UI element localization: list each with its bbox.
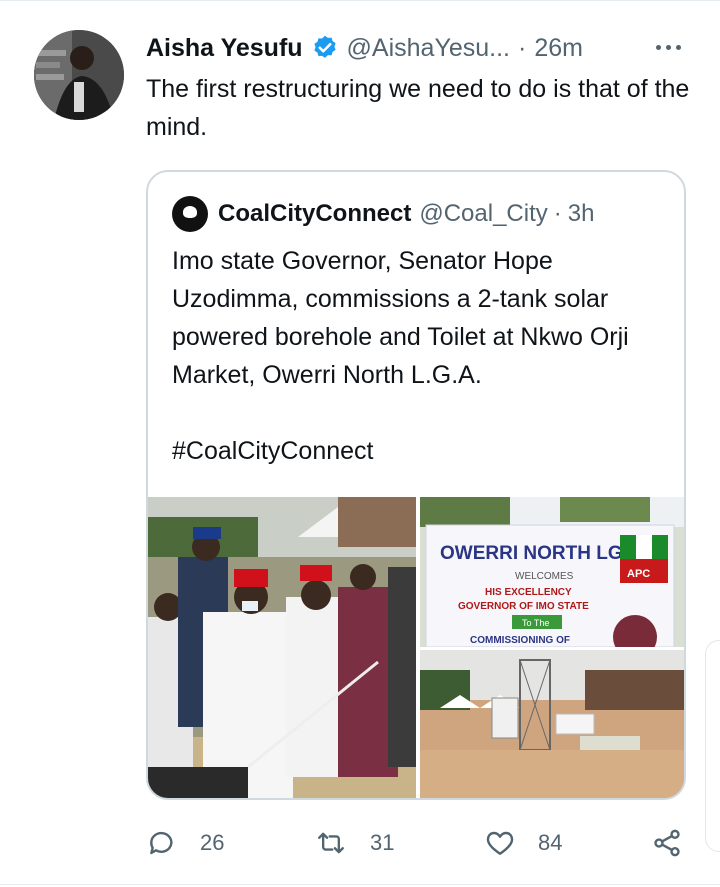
quoted-time: 3h — [567, 200, 595, 227]
banner-line1: HIS EXCELLENCY — [485, 587, 572, 598]
photo-ribbon-cutting[interactable] — [148, 497, 416, 798]
photo-borehole-site[interactable] — [420, 650, 684, 798]
quoted-header: CoalCityConnect @Coal_City · 3h — [172, 196, 594, 232]
avatar-photo — [34, 30, 124, 120]
quoted-author-handle: @Coal_City — [419, 200, 548, 227]
quoted-text: Imo state Governor, Senator Hope Uzodimm… — [172, 247, 629, 389]
banner-line2: GOVERNOR OF IMO STATE — [458, 601, 589, 612]
photo-grid: OWERRI NORTH LGA WELCOMES HIS EXCELLENCY… — [148, 497, 684, 798]
share-icon — [654, 829, 680, 857]
photo-welcome-banner[interactable]: OWERRI NORTH LGA WELCOMES HIS EXCELLENCY… — [420, 497, 684, 647]
retweet-icon — [318, 832, 344, 854]
avatar[interactable] — [34, 30, 124, 120]
quoted-hashtag[interactable]: #CoalCityConnect — [172, 432, 374, 470]
tweet-header: Aisha Yesufu @AishaYesu... · 26m — [146, 30, 583, 66]
reply-icon — [150, 831, 173, 855]
author-name[interactable]: Aisha Yesufu — [146, 34, 303, 63]
quoted-separator-dot: · — [553, 200, 562, 227]
like-button[interactable]: 84 — [484, 820, 562, 866]
banner-title: OWERRI NORTH LGA — [440, 543, 637, 564]
reply-button[interactable]: 26 — [146, 820, 224, 866]
retweet-button[interactable]: 31 — [314, 820, 394, 866]
banner-commissioning: COMMISSIONING OF — [470, 635, 570, 646]
banner-party: APC — [627, 568, 650, 580]
action-bar: 26 31 84 — [146, 820, 696, 866]
tweet-time[interactable]: 26m — [534, 34, 583, 63]
reply-count: 26 — [200, 830, 225, 855]
heart-icon — [486, 831, 514, 855]
retweet-count: 31 — [370, 830, 395, 855]
author-handle[interactable]: @AishaYesu... — [347, 34, 510, 63]
like-count: 84 — [538, 830, 563, 855]
share-button[interactable] — [651, 820, 705, 866]
separator-dot: · — [518, 33, 527, 62]
banner-to-the: To The — [522, 618, 549, 628]
quoted-avatar — [172, 196, 208, 232]
quoted-author-name: CoalCityConnect — [218, 200, 412, 227]
tweet-text: The first restructuring we need to do is… — [146, 75, 690, 141]
quoted-tweet[interactable]: CoalCityConnect @Coal_City · 3h Imo stat… — [146, 170, 686, 800]
more-options-icon[interactable] — [648, 32, 688, 62]
bottom-divider — [0, 884, 720, 885]
banner-welcomes: WELCOMES — [515, 571, 574, 582]
top-divider — [0, 0, 720, 1]
scrollbar[interactable] — [705, 640, 720, 852]
verified-badge-icon — [311, 34, 339, 62]
